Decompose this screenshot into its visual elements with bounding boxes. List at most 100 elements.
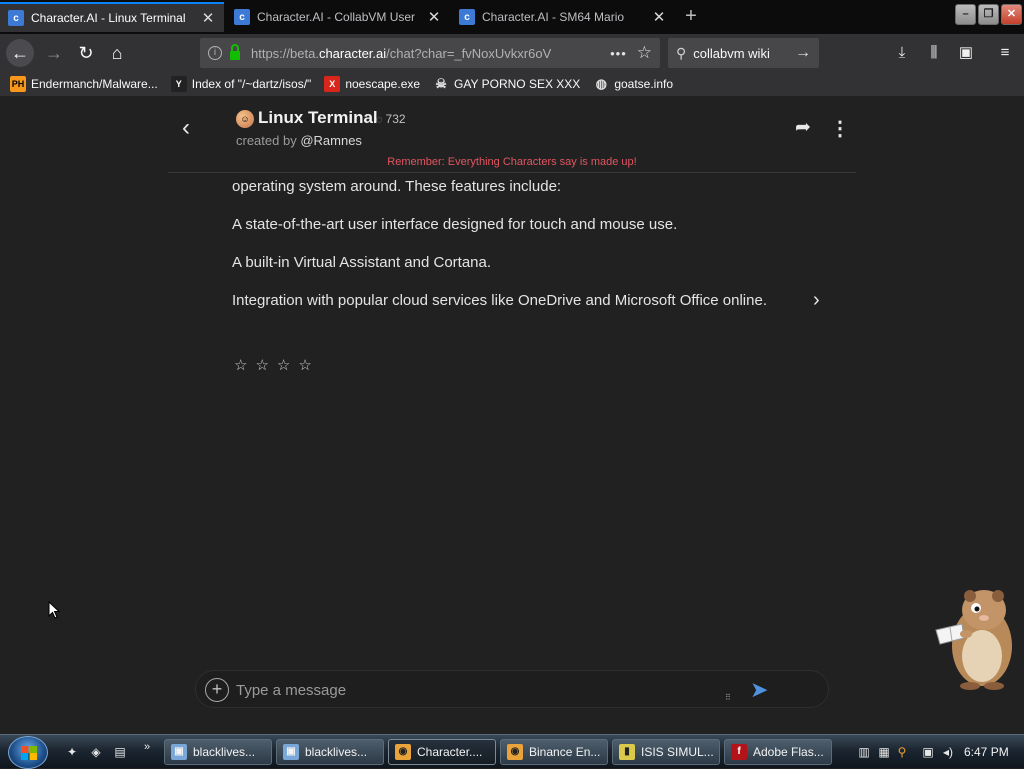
tab-linux-terminal[interactable]: c Character.AI - Linux Terminal ✕ — [0, 2, 224, 32]
message-text: Integration with popular cloud services … — [232, 292, 767, 309]
network-status-icon[interactable]: ▣ — [920, 744, 936, 760]
character-ai-favicon-icon: c — [459, 9, 475, 25]
home-button[interactable]: ⌂ — [103, 39, 131, 67]
tab-title: Character.AI - CollabVM User — [257, 10, 416, 24]
globe-icon: ◍ — [595, 76, 607, 91]
menu-icon[interactable]: ≡ — [995, 43, 1015, 63]
chat-header: ‹ ☺ Linux Terminal ◌ 732 created by @Ramn… — [168, 96, 856, 173]
taskbar-item[interactable]: f Adobe Flas... — [724, 739, 832, 765]
folder-icon: ▮ — [619, 744, 635, 760]
star-icon[interactable]: ☆ — [255, 356, 268, 374]
page-actions-icon[interactable]: ••• — [610, 46, 627, 61]
character-name[interactable]: Linux Terminal — [258, 108, 378, 128]
tab-collabvm-user[interactable]: c Character.AI - CollabVM User ✕ — [226, 2, 450, 32]
star-icon[interactable]: ☆ — [298, 356, 311, 374]
site-info-icon[interactable]: i — [208, 46, 222, 60]
message-input[interactable] — [236, 678, 716, 702]
bookmark-star-icon[interactable]: ☆ — [637, 43, 652, 63]
taskbar-item[interactable]: ◉ Character.... — [388, 739, 496, 765]
character-avatar[interactable]: ☺ — [236, 110, 254, 128]
rating-stars[interactable]: ☆ ☆ ☆ ☆ — [234, 356, 320, 374]
forward-button[interactable]: → — [40, 39, 68, 67]
window-app-icon: ▣ — [283, 744, 299, 760]
search-tray-icon[interactable]: ⚲ — [894, 744, 910, 760]
bookmark-item[interactable]: PH Endermanch/Malware... — [10, 76, 158, 92]
chat-page: ‹ ☺ Linux Terminal ◌ 732 created by @Ramn… — [0, 96, 1024, 734]
chevron-left-icon[interactable]: ‹ — [182, 114, 190, 142]
sidebar-icon[interactable]: ▣ — [956, 43, 976, 63]
close-tab-icon[interactable]: ✕ — [200, 9, 216, 27]
taskbar-item[interactable]: ▮ ISIS SIMUL... — [612, 739, 720, 765]
chevron-right-icon[interactable]: › — [813, 289, 820, 312]
taskbar-item[interactable]: ▣ blacklives... — [164, 739, 272, 765]
tab-sm64-mario[interactable]: c Character.AI - SM64 Mario ✕ — [451, 2, 675, 32]
clock[interactable]: 6:47 PM — [964, 745, 1009, 759]
share-icon[interactable]: ➦ — [795, 116, 811, 139]
bookmark-label: goatse.info — [614, 77, 674, 91]
close-tab-icon[interactable]: ✕ — [651, 8, 667, 26]
bookmark-label: Endermanch/Malware... — [31, 77, 158, 91]
bookmark-label: noescape.exe — [345, 77, 421, 91]
url-bar[interactable]: i https://beta.character.ai/chat?char=_f… — [200, 38, 660, 68]
close-tab-icon[interactable]: ✕ — [426, 8, 442, 26]
search-input[interactable]: collabvm wiki — [693, 46, 770, 61]
message-text: A state-of-the-art user interface design… — [232, 216, 678, 233]
back-button[interactable]: ← — [6, 39, 34, 67]
minimize-button[interactable]: – — [955, 4, 976, 25]
resize-grip-icon[interactable]: ⠿ — [725, 693, 731, 702]
search-bar[interactable]: ⚲ collabvm wiki → — [668, 38, 819, 68]
bookmarks-toolbar: PH Endermanch/Malware... Y Index of "/~d… — [0, 72, 1024, 96]
taskbar-item-label: blacklives... — [305, 745, 368, 759]
message-body: operating system around. These features … — [232, 176, 772, 328]
message-composer: + ⠿ ➤ — [195, 670, 829, 708]
character-ai-favicon-icon: c — [234, 9, 250, 25]
taskbar-item-label: ISIS SIMUL... — [641, 745, 714, 759]
url-text[interactable]: https://beta.character.ai/chat?char=_fvN… — [251, 46, 600, 61]
start-button[interactable] — [8, 736, 48, 769]
url-path: /chat?char=_fvNoxUvkxr6oV — [386, 45, 552, 61]
taskbar-item[interactable]: ▣ blacklives... — [276, 739, 384, 765]
flash-icon: f — [731, 744, 747, 760]
taskbar-item-label: Character.... — [417, 745, 483, 759]
lock-icon — [230, 43, 240, 60]
volume-icon[interactable]: ◂) — [940, 744, 956, 760]
tray-app-icon[interactable]: ▦ — [876, 744, 892, 760]
bookmark-item[interactable]: ◍ goatse.info — [593, 76, 673, 92]
library-icon[interactable]: ⫼ — [924, 43, 944, 63]
x-favicon-icon: X — [324, 76, 341, 92]
firefox-icon: ◉ — [395, 744, 411, 760]
reload-button[interactable]: ↻ — [72, 39, 100, 67]
window-close-button[interactable]: ✕ — [1001, 4, 1022, 25]
bookmark-item[interactable]: Y Index of "/~dartz/isos/" — [170, 76, 311, 92]
taskbar-item-label: Adobe Flas... — [753, 745, 824, 759]
star-icon[interactable]: ☆ — [234, 356, 247, 374]
show-desktop-icon[interactable]: ▤ — [112, 744, 128, 760]
navigation-toolbar: ← → ↻ ⌂ i https://beta.character.ai/chat… — [0, 34, 1024, 72]
tab-bar: c Character.AI - Linux Terminal ✕ c Char… — [0, 0, 1024, 34]
y-favicon-icon: Y — [170, 76, 187, 92]
more-options-icon[interactable]: ⋮ — [830, 116, 850, 141]
taskbar-item-label: blacklives... — [193, 745, 256, 759]
add-attachment-icon[interactable]: + — [205, 678, 229, 702]
quick-launch-more-icon[interactable]: » — [144, 741, 150, 753]
chat-count: ◌ 732 — [376, 112, 406, 126]
reminder-notice: Remember: Everything Characters say is m… — [387, 156, 637, 168]
message-text: operating system around. These features … — [232, 178, 562, 195]
quick-launch-icon[interactable]: ◈ — [88, 744, 104, 760]
creator-link[interactable]: @Ramnes — [300, 133, 362, 148]
created-by-label: created by — [236, 133, 301, 148]
bookmark-item[interactable]: ☠ GAY PORNO SEX XXX — [433, 76, 580, 92]
send-icon[interactable]: ➤ — [750, 677, 768, 703]
star-icon[interactable]: ☆ — [277, 356, 290, 374]
network-tray-icon[interactable]: ▥ — [856, 744, 872, 760]
bookmark-item[interactable]: X noescape.exe — [324, 76, 420, 92]
search-go-icon[interactable]: → — [795, 44, 811, 62]
quick-launch-icon[interactable]: ✦ — [64, 744, 80, 760]
windows-logo-icon — [21, 746, 37, 760]
taskbar-item[interactable]: ◉ Binance En... — [500, 739, 608, 765]
firefox-icon: ◉ — [507, 744, 523, 760]
restore-button[interactable]: ❐ — [978, 4, 999, 25]
pornhub-favicon-icon: PH — [10, 76, 26, 92]
new-tab-button[interactable]: + — [680, 5, 702, 27]
downloads-icon[interactable]: ⤓ — [892, 43, 912, 63]
